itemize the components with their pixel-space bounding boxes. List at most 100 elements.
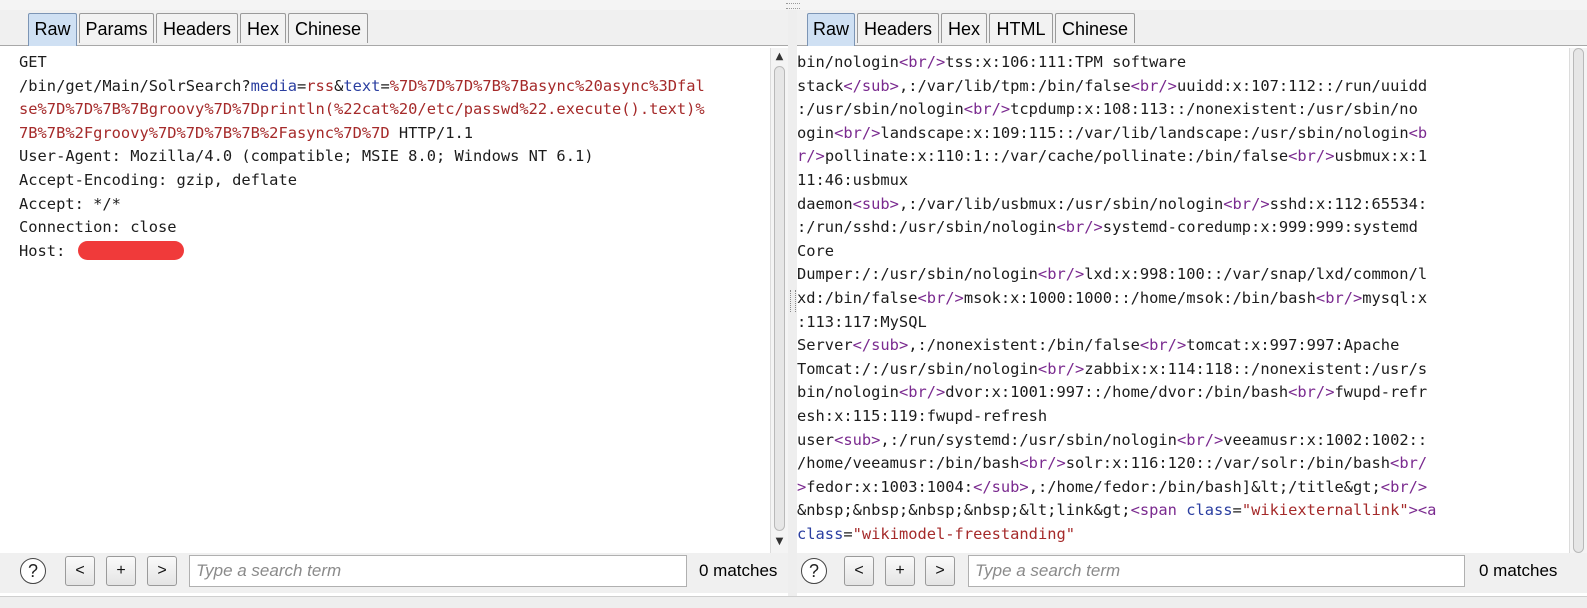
text-segment: bin/nologin	[797, 53, 899, 71]
text-segment: fwupd-refr	[1334, 383, 1428, 402]
response-editor[interactable]: bin/nologin<br/>tss:x:106:111:TPM softwa…	[797, 48, 1569, 553]
text-segment: Accept-Encoding: gzip, deflate	[19, 171, 297, 189]
text-segment: <br/>	[898, 383, 946, 402]
text-segment: %7D%7D%7D%7B%7Basync%20async%3Dfal	[389, 76, 705, 95]
text-line: bin/nologin<br/>tss:x:106:111:TPM softwa…	[797, 52, 1186, 72]
add-search-button[interactable]: +	[885, 556, 915, 586]
pane-splitter[interactable]	[788, 10, 797, 596]
next-match-button[interactable]: >	[147, 556, 177, 586]
text-segment: sshd:x:112:65534:	[1269, 194, 1428, 213]
text-segment: ,:/home/fedor:/bin/bash]&lt;/title&gt;	[1028, 477, 1381, 496]
text-segment: stack	[797, 76, 844, 95]
scroll-thumb[interactable]	[1573, 48, 1584, 553]
help-button[interactable]: ?	[20, 558, 46, 584]
status-strip	[0, 596, 1587, 608]
text-line: :/run/sshd:/usr/sbin/nologin<br/>systemd…	[797, 217, 1418, 237]
text-segment: <br/>	[1288, 383, 1335, 402]
request-tab-chinese[interactable]: Chinese	[288, 13, 368, 43]
text-segment: <sub>	[834, 430, 881, 449]
request-tab-hex[interactable]: Hex	[240, 13, 286, 43]
text-segment: solr:x:116:120::/var/solr:/bin/bash	[1065, 454, 1391, 473]
text-segment: <br/>	[1019, 454, 1066, 473]
request-match-count: 0 matches	[699, 561, 778, 580]
text-line: /bin/get/Main/SolrSearch?media=rss&text=…	[19, 76, 705, 96]
previous-match-button[interactable]: <	[65, 556, 95, 586]
text-segment: rss	[306, 76, 335, 95]
text-segment: "wikimodel-freestanding"	[852, 525, 1076, 543]
text-segment: Core	[797, 241, 835, 260]
request-search-input[interactable]	[189, 555, 687, 587]
request-tab-raw[interactable]: Raw	[28, 13, 77, 46]
text-line: stack</sub>,:/var/lib/tpm:/bin/false<br/…	[797, 76, 1427, 96]
request-scrollbar[interactable]: ▲ ▼	[770, 48, 788, 553]
text-segment: tomcat:x:997:997:Apache	[1186, 336, 1400, 355]
text-segment: lxd:x:998:100::/var/snap/lxd/common/l	[1084, 265, 1428, 284]
text-line: :113:117:MySQL	[797, 312, 927, 332]
help-button[interactable]: ?	[801, 558, 827, 584]
text-segment: zabbix:x:114:118::/nonexistent:/usr/s	[1084, 359, 1428, 378]
text-segment: <br/>	[1380, 477, 1428, 496]
text-segment: ,:/var/lib/tpm:/bin/false	[898, 76, 1131, 95]
response-tab-raw[interactable]: Raw	[807, 13, 855, 46]
text-segment: daemon	[797, 194, 853, 213]
response-tab-chinese[interactable]: Chinese	[1055, 13, 1135, 43]
text-line: se%7D%7D%7B%7Bgroovy%7D%7Dprintln(%22cat…	[19, 99, 705, 119]
text-segment: ,:/run/systemd:/usr/sbin/nologin	[880, 430, 1177, 449]
text-line: Dumper:/:/usr/sbin/nologin<br/>lxd:x:998…	[797, 264, 1427, 284]
redacted-host-mark	[77, 240, 184, 260]
text-line: 11:46:usbmux	[797, 170, 908, 190]
response-scrollbar[interactable]	[1569, 48, 1587, 553]
text-segment: text	[343, 76, 381, 95]
text-line: class="wikimodel-freestanding"	[797, 524, 1075, 544]
text-segment: </sub>	[852, 336, 909, 355]
scroll-thumb[interactable]	[774, 66, 785, 531]
text-segment: <br/>	[963, 100, 1011, 119]
text-segment: Dumper:/:/usr/sbin/nologin	[797, 265, 1038, 284]
text-segment: ogin	[797, 123, 835, 142]
top-resize-handle[interactable]	[0, 0, 1587, 10]
grip-icon	[790, 290, 796, 312]
grip-icon	[786, 3, 800, 9]
text-segment: Host:	[19, 241, 75, 260]
previous-match-button[interactable]: <	[844, 556, 874, 586]
scroll-up-icon[interactable]: ▲	[771, 50, 788, 64]
tab-bar-baseline	[797, 45, 1587, 46]
text-segment: <sub>	[852, 194, 899, 213]
text-segment: &nbsp;&nbsp;&nbsp;&nbsp;&lt;link&gt;	[797, 501, 1131, 520]
response-tab-headers[interactable]: Headers	[857, 13, 939, 43]
text-line: esh:x:115:119:fwupd-refresh	[797, 406, 1047, 426]
response-tab-html[interactable]: HTML	[989, 13, 1053, 43]
text-segment: <br/>	[1288, 147, 1335, 166]
text-segment: <br/	[1390, 454, 1428, 473]
text-segment: /bin/get/Main/SolrSearch?	[19, 76, 251, 95]
response-tab-hex[interactable]: Hex	[941, 13, 987, 43]
text-line: ogin<br/>landscape:x:109:115::/var/lib/l…	[797, 123, 1427, 143]
text-segment: :113:117:MySQL	[797, 312, 927, 331]
text-segment: =	[297, 76, 307, 95]
text-segment: <br/>	[1056, 218, 1103, 237]
text-line: bin/nologin<br/>dvor:x:1001:997::/home/d…	[797, 382, 1427, 402]
text-segment: user	[797, 430, 835, 449]
text-line: /home/veeamusr:/bin/bash<br/>solr:x:116:…	[797, 453, 1427, 473]
text-line: Accept-Encoding: gzip, deflate	[19, 170, 297, 190]
request-tab-params[interactable]: Params	[79, 13, 154, 43]
request-editor[interactable]: GET/bin/get/Main/SolrSearch?media=rss&te…	[0, 48, 770, 553]
text-segment: xd:/bin/false	[797, 289, 918, 307]
text-segment: class	[797, 525, 844, 543]
text-line: Server</sub>,:/nonexistent:/bin/false<br…	[797, 335, 1399, 355]
text-segment: se%7D%7D%7B%7Bgroovy%7D%7Dprintln(%22cat…	[19, 100, 705, 119]
text-segment: mysql:x	[1362, 289, 1428, 307]
text-line: daemon<sub>,:/var/lib/usbmux:/usr/sbin/n…	[797, 194, 1427, 214]
scroll-down-icon[interactable]: ▼	[771, 535, 788, 549]
text-segment: <br/>	[917, 289, 964, 307]
next-match-button[interactable]: >	[925, 556, 955, 586]
response-search-input[interactable]	[968, 555, 1465, 587]
text-segment: User-Agent: Mozilla/4.0 (compatible; MSI…	[19, 147, 594, 166]
text-segment: systemd-coredump:x:999:999:systemd	[1102, 218, 1418, 237]
add-search-button[interactable]: +	[106, 556, 136, 586]
text-segment: >	[797, 477, 807, 496]
text-segment: <br/>	[1176, 430, 1224, 449]
request-tab-headers[interactable]: Headers	[156, 13, 238, 43]
text-segment: ,:/var/lib/usbmux:/usr/sbin/nologin	[898, 194, 1224, 213]
text-segment: </sub>	[973, 477, 1029, 496]
